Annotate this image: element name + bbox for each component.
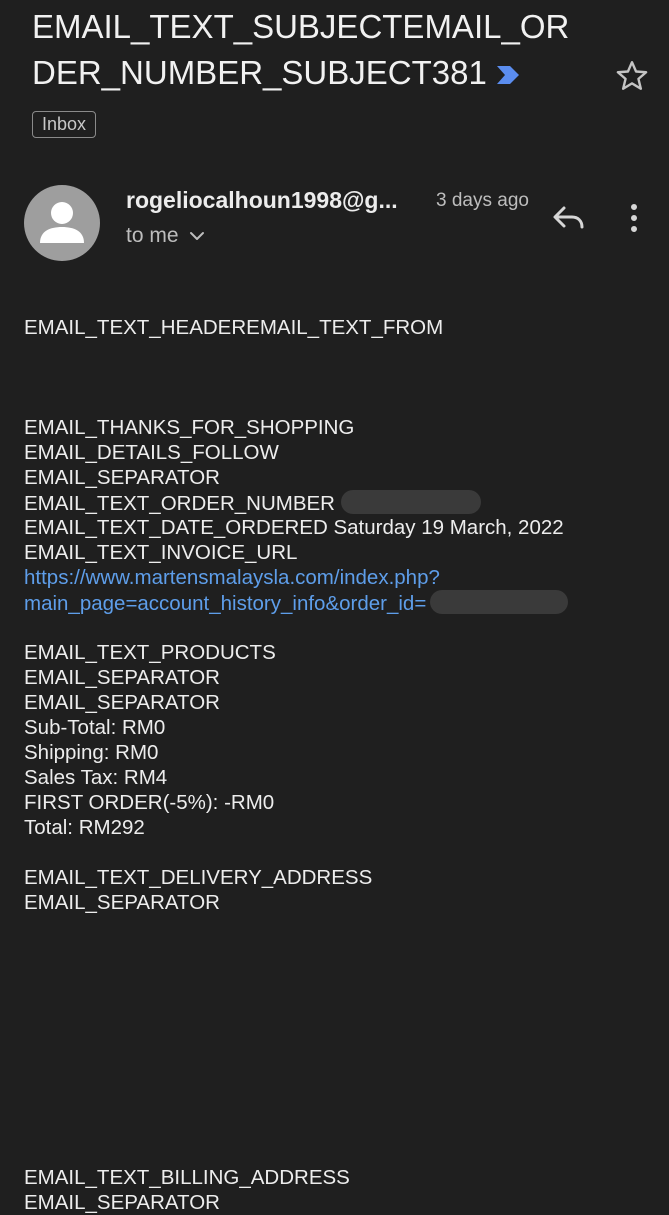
first-order-discount-line: FIRST ORDER(-5%): -RM0 [24, 791, 275, 814]
label-importance-icon[interactable] [495, 64, 521, 86]
invoice-link-line-1[interactable]: https://www.martensmalaysla.com/index.ph… [24, 565, 654, 590]
order-number-label: EMAIL_TEXT_ORDER_NUMBER [24, 492, 335, 515]
separator-line: EMAIL_SEPARATOR [24, 891, 220, 914]
subtotal-line: Sub-Total: RM0 [24, 716, 166, 739]
sales-tax-line: Sales Tax: RM4 [24, 766, 168, 789]
billing-address-line: EMAIL_TEXT_BILLING_ADDRESS [24, 1166, 350, 1189]
total-line: Total: RM292 [24, 816, 145, 839]
inbox-label-chip[interactable]: Inbox [32, 111, 97, 138]
invoice-url-label: EMAIL_TEXT_INVOICE_URL [24, 541, 298, 564]
sender-avatar[interactable] [24, 185, 100, 261]
redacted-order-id [430, 590, 569, 614]
email-body: EMAIL_TEXT_HEADEREMAIL_TEXT_FROM EMAIL_T… [24, 315, 654, 1215]
products-line: EMAIL_TEXT_PRODUCTS [24, 641, 276, 664]
invoice-link[interactable]: https://www.martensmalaysla.com/index.ph… [24, 566, 440, 589]
recipient-text: to me [126, 224, 179, 247]
body-header-line: EMAIL_TEXT_HEADEREMAIL_TEXT_FROM [24, 316, 444, 339]
recipient-toggle[interactable]: to me [126, 222, 205, 250]
order-number-line: EMAIL_TEXT_ORDER_NUMBER [24, 490, 654, 515]
email-subject-text: EMAIL_TEXT_SUBJECTEMAIL_ORDER_NUMBER_SUB… [32, 8, 570, 91]
redacted-order-number [340, 490, 481, 514]
details-follow-line: EMAIL_DETAILS_FOLLOW [24, 441, 279, 464]
reply-icon[interactable] [550, 200, 588, 234]
subject-header: EMAIL_TEXT_SUBJECTEMAIL_ORDER_NUMBER_SUB… [32, 4, 592, 96]
delivery-address-line: EMAIL_TEXT_DELIVERY_ADDRESS [24, 866, 373, 889]
separator-line: EMAIL_SEPARATOR [24, 666, 220, 689]
inbox-label-text: Inbox [42, 114, 87, 134]
chevron-down-icon [189, 232, 204, 241]
star-icon[interactable] [614, 58, 650, 94]
thanks-line: EMAIL_THANKS_FOR_SHOPPING [24, 416, 355, 439]
separator-line: EMAIL_SEPARATOR [24, 691, 220, 714]
received-time: 3 days ago [436, 190, 529, 211]
date-ordered-line: EMAIL_TEXT_DATE_ORDERED Saturday 19 Marc… [24, 516, 564, 539]
separator-line: EMAIL_SEPARATOR [24, 1191, 220, 1214]
invoice-link-line-2[interactable]: main_page=account_history_info&order_id= [24, 590, 654, 615]
sender-address[interactable]: rogeliocalhoun1998@g... [126, 185, 416, 215]
person-avatar-icon [40, 202, 84, 243]
separator-line: EMAIL_SEPARATOR [24, 466, 220, 489]
invoice-link-continued[interactable]: main_page=account_history_info&order_id= [24, 592, 426, 615]
shipping-line: Shipping: RM0 [24, 741, 159, 764]
email-subject: EMAIL_TEXT_SUBJECTEMAIL_ORDER_NUMBER_SUB… [32, 4, 592, 96]
more-vertical-icon[interactable] [622, 200, 646, 236]
